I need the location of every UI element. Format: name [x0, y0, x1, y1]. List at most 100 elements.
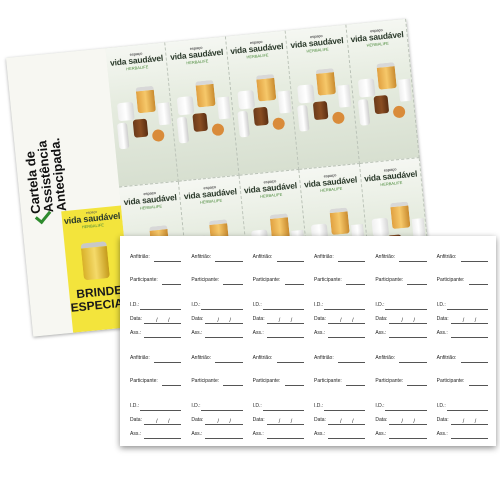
- signature-field[interactable]: Ass.:: [130, 431, 182, 441]
- date-field[interactable]: Data: / /: [314, 316, 366, 326]
- id-field[interactable]: I.D.:: [437, 403, 488, 413]
- participant-field[interactable]: Participante:: [375, 378, 427, 388]
- participant-field-label: Participante:: [252, 378, 281, 384]
- date-field[interactable]: Data: / /: [253, 316, 304, 326]
- bottle-image: [357, 98, 370, 126]
- participant-field[interactable]: Participante:: [253, 277, 304, 287]
- id-field[interactable]: I.D.:: [314, 403, 366, 413]
- id-field[interactable]: I.D.:: [253, 302, 304, 312]
- signature-field[interactable]: Ass.:: [253, 431, 304, 441]
- date-separator: /: [339, 419, 342, 425]
- participant-field[interactable]: Participante:: [253, 378, 304, 388]
- id-field[interactable]: I.D.:: [437, 302, 488, 312]
- host-field-line: [276, 261, 304, 262]
- form-slot: Anfitrião: Participante: I.D.: Data: / / Ass.:: [308, 341, 369, 442]
- signature-field[interactable]: Ass.:: [314, 330, 366, 340]
- date-field[interactable]: Data: / /: [253, 417, 304, 427]
- host-field[interactable]: Anfitrião:: [253, 254, 304, 264]
- signature-field[interactable]: Ass.:: [314, 431, 366, 441]
- signature-field[interactable]: Ass.:: [191, 431, 243, 441]
- signature-field-label: Ass.:: [375, 330, 387, 336]
- host-field-line: [460, 261, 488, 262]
- host-field[interactable]: Anfitrião:: [253, 355, 304, 365]
- date-field[interactable]: Data: / /: [437, 316, 488, 326]
- signature-field[interactable]: Ass.:: [437, 330, 488, 340]
- host-field-line: [215, 261, 243, 262]
- id-field[interactable]: I.D.:: [375, 302, 427, 312]
- id-field-line: [201, 410, 243, 411]
- host-field[interactable]: Anfitrião:: [375, 355, 427, 365]
- id-field-label: I.D.:: [191, 403, 201, 409]
- participant-field[interactable]: Participante:: [314, 277, 366, 287]
- date-field-label: Data:: [130, 417, 142, 423]
- participant-field[interactable]: Participante:: [191, 277, 243, 287]
- signature-field[interactable]: Ass.:: [375, 330, 427, 340]
- id-field[interactable]: I.D.:: [130, 302, 182, 312]
- participant-field[interactable]: Participante:: [375, 277, 427, 287]
- signature-field-line: [144, 438, 182, 439]
- participant-field-line: [345, 385, 366, 386]
- signature-field[interactable]: Ass.:: [437, 431, 488, 441]
- signature-field-line: [144, 337, 182, 338]
- host-field-label: Anfitrião:: [252, 355, 273, 361]
- date-field[interactable]: Data: / /: [130, 417, 182, 427]
- host-field[interactable]: Anfitrião:: [313, 355, 366, 365]
- id-field[interactable]: I.D.:: [191, 403, 243, 413]
- date-field-label: Data:: [191, 316, 204, 322]
- date-separator: /: [413, 318, 415, 324]
- date-field[interactable]: Data: / /: [437, 417, 488, 427]
- id-field[interactable]: I.D.:: [375, 403, 427, 413]
- date-field[interactable]: Data: / /: [375, 316, 427, 326]
- host-field-line: [460, 362, 488, 363]
- assistance-card-form: Anfitrião: Participante: I.D.: Data: / / Ass.:…: [120, 236, 496, 446]
- date-field[interactable]: Data: / /: [375, 417, 427, 427]
- host-field[interactable]: Anfitrião:: [191, 254, 243, 264]
- participant-field[interactable]: Participante:: [130, 378, 182, 388]
- signature-field-line: [389, 337, 427, 338]
- id-field-line: [323, 410, 366, 411]
- signature-field-line: [266, 337, 304, 338]
- signature-field[interactable]: Ass.:: [130, 330, 182, 340]
- id-field-line: [140, 410, 182, 411]
- date-field[interactable]: Data: / /: [191, 417, 243, 427]
- id-field-line: [201, 309, 243, 310]
- date-field[interactable]: Data: / /: [130, 316, 182, 326]
- signature-field[interactable]: Ass.:: [253, 330, 304, 340]
- host-field-line: [276, 362, 304, 363]
- host-field[interactable]: Anfitrião:: [314, 254, 366, 264]
- signature-field[interactable]: Ass.:: [191, 330, 243, 340]
- participant-field-label: Participante:: [130, 277, 158, 283]
- participant-field[interactable]: Participante:: [314, 378, 366, 388]
- id-field[interactable]: I.D.:: [253, 403, 304, 413]
- signature-field-line: [450, 337, 488, 338]
- participant-field[interactable]: Participante:: [437, 378, 488, 388]
- id-field[interactable]: I.D.:: [191, 302, 243, 312]
- date-field[interactable]: Data: / /: [191, 316, 243, 326]
- host-field[interactable]: Anfitrião:: [375, 254, 427, 264]
- date-field-line: [266, 323, 304, 324]
- id-field[interactable]: I.D.:: [130, 403, 182, 413]
- signature-field[interactable]: Ass.:: [375, 431, 427, 441]
- participant-field-label: Participante:: [191, 277, 220, 283]
- host-field-label: Anfitrião:: [313, 355, 334, 361]
- host-field[interactable]: Anfitrião:: [191, 355, 243, 365]
- date-field[interactable]: Data: / /: [314, 417, 366, 427]
- host-field[interactable]: Anfitrião:: [437, 254, 488, 264]
- host-field[interactable]: Anfitrião:: [437, 355, 488, 365]
- tea-glass-image: [192, 112, 209, 132]
- host-field-line: [337, 261, 366, 262]
- participant-field[interactable]: Participante:: [130, 277, 182, 287]
- host-field[interactable]: Anfitrião:: [130, 254, 182, 264]
- milk-glass-image: [397, 78, 412, 102]
- id-field[interactable]: I.D.:: [313, 302, 366, 312]
- signature-field-label: Ass.:: [375, 431, 387, 437]
- host-field[interactable]: Anfitrião:: [130, 355, 182, 365]
- date-separator: /: [156, 318, 158, 324]
- ticket-logo: espaço vida saudável HERBALIFE: [229, 37, 284, 61]
- form-slot: Anfitrião: Participante: I.D.: Data: / / Ass.:: [431, 341, 492, 442]
- shake-tub-image: [116, 101, 135, 122]
- id-field-label: I.D.:: [313, 302, 324, 308]
- participant-field[interactable]: Participante:: [437, 277, 488, 287]
- participant-field[interactable]: Participante:: [191, 378, 243, 388]
- date-field-label: Data:: [375, 417, 388, 423]
